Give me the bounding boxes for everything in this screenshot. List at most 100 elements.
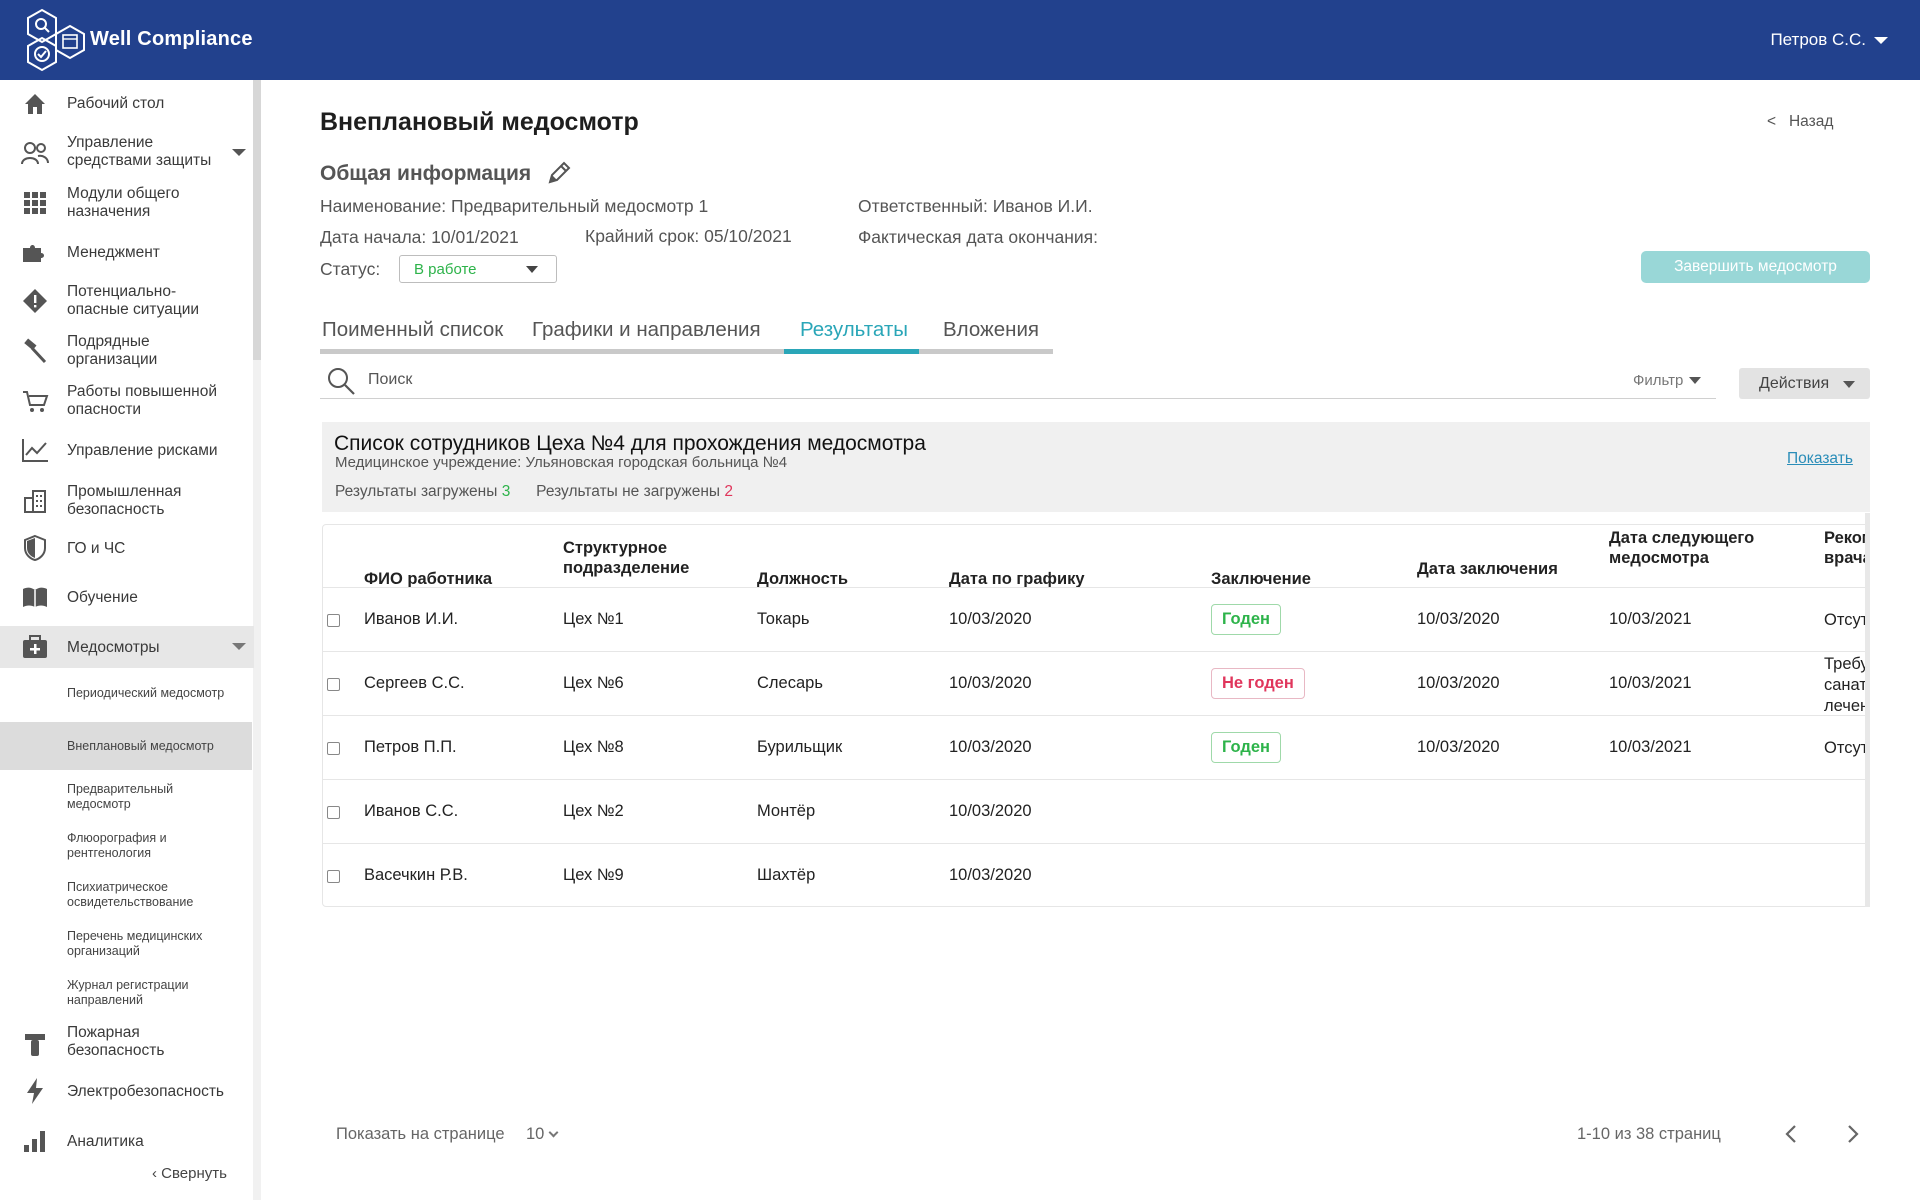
sidebar-item-industrial-safety[interactable]: Промышленная безопасность: [0, 480, 254, 522]
next-page-button[interactable]: [1837, 1119, 1867, 1149]
info-start-date: Дата начала: 10/01/2021: [320, 227, 519, 247]
cell-next-date: 10/03/2021: [1609, 674, 1692, 692]
sidebar-item-label: Промышленная безопасность: [67, 483, 182, 518]
results-table: ФИО работника Структурное подразделение …: [322, 524, 1870, 907]
not-loaded-label: Результаты не загружены: [536, 483, 721, 500]
info-deadline: Крайний срок: 05/10/2021: [585, 226, 792, 246]
sidebar-item-risk-management[interactable]: Управление рисками: [0, 434, 254, 466]
status-select[interactable]: В работе: [399, 255, 557, 283]
status-badge: Годен: [1211, 732, 1282, 763]
prev-page-button[interactable]: [1777, 1119, 1807, 1149]
cell-schedule-date: 10/03/2020: [949, 802, 1032, 820]
header-next-exam-date[interactable]: Дата следующего медосмотра: [1609, 528, 1769, 568]
sidebar-item-electrical-safety[interactable]: Электробезопасность: [0, 1075, 254, 1107]
actions-button[interactable]: Действия: [1739, 368, 1870, 399]
cart-icon: [20, 386, 50, 416]
loaded-count: 3: [501, 483, 511, 500]
sidebar-item-fire-safety[interactable]: Пожарная безопасность: [0, 1021, 254, 1063]
status-badge: Не годен: [1211, 668, 1305, 699]
filter-dropdown[interactable]: Фильтр: [1633, 372, 1702, 389]
cell-unit: Цех №9: [563, 866, 624, 884]
bar-chart-icon: [20, 1126, 50, 1156]
status-value: В работе: [414, 261, 477, 278]
header-unit[interactable]: Структурное подразделение: [563, 538, 703, 578]
panel-subtitle: Медицинское учреждение: Ульяновская горо…: [335, 454, 788, 471]
sidebar-scrollbar[interactable]: [253, 80, 261, 360]
user-name: Петров С.С.: [1770, 30, 1866, 49]
table-row[interactable]: Сергеев С.С. Цех №6 Слесарь 10/03/2020 Н…: [323, 651, 1869, 715]
tabs-bar: Поименный список Графики и направления Р…: [320, 314, 1053, 354]
finish-exam-button[interactable]: Завершить медосмотр: [1641, 251, 1870, 283]
sidebar-item-label: Подрядные организации: [67, 333, 158, 368]
row-checkbox[interactable]: [327, 614, 340, 627]
info-name: Наименование: Предварительный медосмотр …: [320, 196, 709, 216]
collapse-sidebar-button[interactable]: ‹ Свернуть: [152, 1165, 227, 1182]
sidebar-item-desktop[interactable]: Рабочий стол: [0, 88, 254, 120]
sidebar-item-protection[interactable]: Управление средствами защиты: [0, 132, 254, 174]
table-scrollbar[interactable]: [1865, 513, 1870, 907]
chevron-left-icon: <: [1767, 113, 1777, 130]
cell-next-date: 10/03/2021: [1609, 738, 1692, 756]
table-row[interactable]: Иванов И.И. Цех №1 Токарь 10/03/2020 Год…: [323, 587, 1869, 651]
submenu-item-preliminary[interactable]: Предварительный медосмотр: [0, 780, 252, 814]
submenu-item-med-organizations[interactable]: Перечень медицинских организаций: [0, 927, 252, 961]
cell-name: Иванов С.С.: [364, 802, 459, 820]
user-menu[interactable]: Петров С.С.: [1770, 30, 1888, 50]
tab-attachments[interactable]: Вложения: [943, 318, 1039, 358]
submenu-item-label: Флюорография и рентгенология: [67, 831, 167, 860]
table-row[interactable]: Петров П.П. Цех №8 Бурильщик 10/03/2020 …: [323, 715, 1869, 779]
cell-name: Сергеев С.С.: [364, 674, 465, 692]
sidebar-item-contractors[interactable]: Подрядные организации: [0, 330, 254, 372]
header-recommendation[interactable]: Рекомендации врача: [1824, 528, 1869, 568]
tab-named-list[interactable]: Поименный список: [322, 318, 503, 358]
submenu-item-label: Периодический медосмотр: [67, 686, 225, 700]
chevron-down-icon: [1874, 36, 1888, 44]
chevron-down-icon: [1843, 381, 1855, 388]
cell-unit: Цех №8: [563, 738, 624, 756]
cell-unit: Цех №1: [563, 610, 624, 628]
row-checkbox[interactable]: [327, 806, 340, 819]
per-page-label: Показать на странице: [336, 1125, 505, 1143]
cell-schedule-date: 10/03/2020: [949, 738, 1032, 756]
home-icon: [20, 89, 50, 119]
submenu-item-unscheduled[interactable]: Внеплановый медосмотр: [0, 722, 252, 770]
submenu-item-periodic[interactable]: Периодический медосмотр: [0, 678, 252, 710]
sidebar-item-general-modules[interactable]: Модули общего назначения: [0, 182, 254, 224]
people-icon: [20, 138, 50, 168]
row-checkbox[interactable]: [327, 742, 340, 755]
pencil-icon[interactable]: [546, 160, 572, 186]
cell-name: Васечкин Р.В.: [364, 866, 468, 884]
search-input[interactable]: [368, 367, 1468, 393]
table-row[interactable]: Иванов С.С. Цех №2 Монтёр 10/03/2020: [323, 779, 1869, 843]
cell-recommendation: Отсутствуют: [1824, 611, 1869, 629]
sidebar-item-civil-defense[interactable]: ГО и ЧС: [0, 532, 254, 564]
sidebar-item-high-risk-work[interactable]: Работы повышенной опасности: [0, 380, 254, 422]
sidebar-item-label: Потенциально-опасные ситуации: [67, 283, 200, 318]
sidebar-item-medical-exams[interactable]: Медосмотры: [0, 626, 254, 668]
grid-icon: [20, 188, 50, 218]
tab-schedules[interactable]: Графики и направления: [532, 318, 761, 358]
search-icon[interactable]: [326, 366, 356, 396]
shield-icon: [20, 533, 50, 563]
warning-icon: [20, 286, 50, 316]
show-link[interactable]: Показать: [1787, 450, 1853, 468]
cell-next-date: 10/03/2021: [1609, 610, 1692, 628]
sidebar-item-management[interactable]: Менеджмент: [0, 236, 254, 268]
page-title: Внеплановый медосмотр: [320, 108, 639, 136]
back-button[interactable]: < Назад: [1767, 113, 1833, 131]
sidebar-item-training[interactable]: Обучение: [0, 581, 254, 613]
info-actual-end-date: Фактическая дата окончания:: [858, 227, 1098, 247]
submenu-item-referral-log[interactable]: Журнал регистрации направлений: [0, 976, 252, 1010]
logo-icon[interactable]: [20, 8, 90, 74]
submenu-item-psychiatric[interactable]: Психиатрическое освидетельствование: [0, 878, 252, 912]
sidebar-item-analytics[interactable]: Аналитика: [0, 1125, 254, 1157]
cell-schedule-date: 10/03/2020: [949, 610, 1032, 628]
sidebar-item-hazards[interactable]: Потенциально-опасные ситуации: [0, 280, 254, 322]
chevron-down-icon: [548, 1127, 559, 1138]
row-checkbox[interactable]: [327, 870, 340, 883]
submenu-item-fluorography[interactable]: Флюорография и рентгенология: [0, 829, 252, 863]
per-page-select[interactable]: 10: [526, 1125, 559, 1144]
panel-title: Список сотрудников Цеха №4 для прохожден…: [334, 432, 926, 455]
row-checkbox[interactable]: [327, 678, 340, 691]
table-row[interactable]: Васечкин Р.В. Цех №9 Шахтёр 10/03/2020: [323, 843, 1869, 906]
